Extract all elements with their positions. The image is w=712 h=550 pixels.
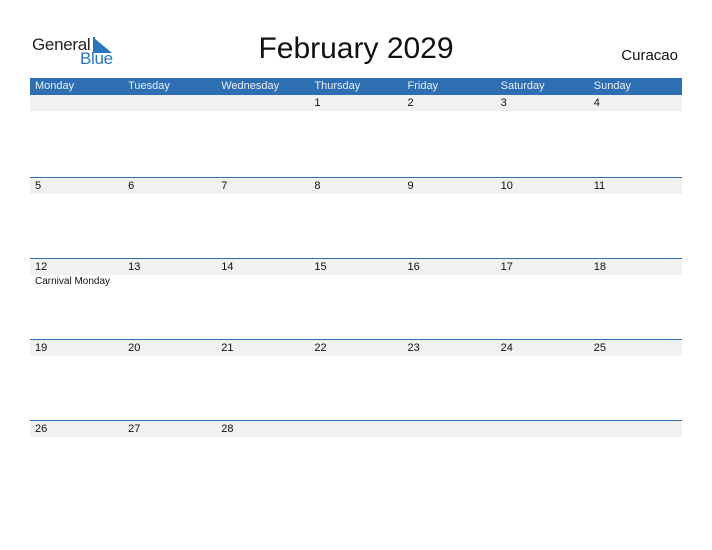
day-cell: 2: [403, 95, 496, 111]
day-number: 27: [128, 423, 141, 435]
day-cell: 20: [123, 340, 216, 356]
day-cell: 18: [589, 259, 682, 289]
day-cell: 10: [496, 178, 589, 194]
week-cells: 5 6 7 8 9 10 11: [30, 178, 682, 194]
day-cell: 9: [403, 178, 496, 194]
day-cell: 4: [589, 95, 682, 111]
day-cell: [496, 421, 589, 437]
country-label: Curacao: [621, 47, 678, 64]
day-cell: 21: [216, 340, 309, 356]
weekday-thursday: Thursday: [314, 80, 361, 92]
week-row: 12 Carnival Monday 13 14 15 16 17 18: [30, 258, 682, 339]
day-cell: 8: [309, 178, 402, 194]
day-number: [35, 95, 123, 111]
day-number: 17: [500, 261, 513, 273]
day-number: 24: [500, 342, 513, 354]
day-number: 10: [500, 180, 513, 192]
day-number: [594, 421, 682, 437]
day-number: [221, 95, 309, 111]
day-cell: 24: [496, 340, 589, 356]
day-number: 6: [128, 180, 135, 192]
day-cell: 1: [309, 95, 402, 111]
day-number: [408, 421, 496, 437]
day-number: 25: [593, 342, 606, 354]
day-number: 15: [314, 261, 327, 273]
week-cells: 26 27 28: [30, 421, 682, 437]
week-cells: 19 20 21 22 23 24 25: [30, 340, 682, 356]
day-number: 2: [407, 97, 414, 109]
day-number: 22: [314, 342, 327, 354]
day-number: 20: [128, 342, 141, 354]
day-cell: 6: [123, 178, 216, 194]
day-number: 9: [407, 180, 414, 192]
day-number: 18: [593, 261, 606, 273]
holiday-label: Carnival Monday: [35, 276, 111, 287]
calendar-title: February 2029: [258, 32, 454, 65]
week-row: 5 6 7 8 9 10 11: [30, 177, 682, 258]
week-cells: 12 Carnival Monday 13 14 15 16 17 18: [30, 259, 682, 289]
day-cell: 26: [30, 421, 123, 437]
day-cell: 23: [403, 340, 496, 356]
day-number: 16: [407, 261, 420, 273]
day-number: 21: [221, 342, 234, 354]
day-number: 4: [593, 97, 600, 109]
day-cell: 16: [403, 259, 496, 289]
day-cell: 28: [216, 421, 309, 437]
day-number: 12: [35, 261, 48, 273]
day-number: 5: [35, 180, 42, 192]
day-cell: 19: [30, 340, 123, 356]
day-number: 13: [128, 261, 141, 273]
day-cell: 25: [589, 340, 682, 356]
week-row: 19 20 21 22 23 24 25: [30, 339, 682, 420]
day-cell: 17: [496, 259, 589, 289]
weekday-wednesday: Wednesday: [221, 80, 280, 92]
day-cell: [123, 95, 216, 111]
day-number: 11: [593, 180, 606, 192]
day-number: [314, 421, 402, 437]
day-number: 26: [35, 423, 48, 435]
day-number: 8: [314, 180, 321, 192]
day-number: 23: [407, 342, 420, 354]
day-number: 14: [221, 261, 234, 273]
day-cell: 11: [589, 178, 682, 194]
day-number: [128, 95, 216, 111]
day-number: 28: [221, 423, 234, 435]
day-cell: 15: [309, 259, 402, 289]
day-number: 1: [314, 97, 321, 109]
day-number: 19: [35, 342, 48, 354]
day-cell: [30, 95, 123, 111]
day-number: 3: [500, 97, 507, 109]
day-cell: [589, 421, 682, 437]
day-cell: 14: [216, 259, 309, 289]
day-cell: 27: [123, 421, 216, 437]
day-number: [501, 421, 589, 437]
day-cell: 13: [123, 259, 216, 289]
day-number: 7: [221, 180, 228, 192]
weekday-tuesday: Tuesday: [128, 80, 170, 92]
day-cell: [309, 421, 402, 437]
day-cell: [403, 421, 496, 437]
day-cell: 12 Carnival Monday: [30, 259, 123, 289]
day-cell: 3: [496, 95, 589, 111]
day-cell: 5: [30, 178, 123, 194]
week-cells: 1 2 3 4: [30, 95, 682, 111]
week-row: 26 27 28: [30, 420, 682, 501]
weekday-sunday: Sunday: [593, 80, 632, 92]
weekday-saturday: Saturday: [500, 80, 545, 92]
week-row: 1 2 3 4: [30, 95, 682, 176]
day-cell: 7: [216, 178, 309, 194]
weekday-header: Monday Tuesday Wednesday Thursday Friday…: [30, 78, 682, 95]
day-cell: [216, 95, 309, 111]
weekday-friday: Friday: [407, 80, 439, 92]
weekday-monday: Monday: [35, 80, 75, 92]
day-cell: 22: [309, 340, 402, 356]
